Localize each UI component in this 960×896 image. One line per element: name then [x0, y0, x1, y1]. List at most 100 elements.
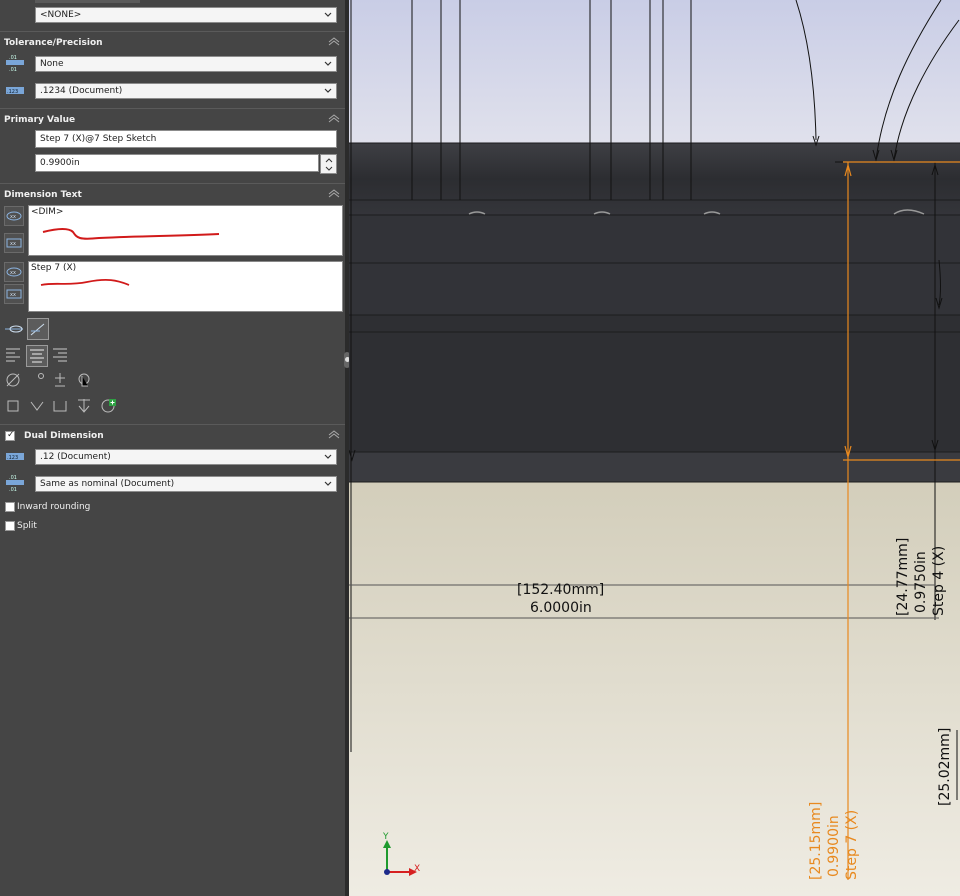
dim-far-right-text-group[interactable]: [25.02mm]: [937, 726, 957, 806]
svg-text:.123: .123: [7, 455, 18, 461]
plus-minus-symbol-button[interactable]: [50, 370, 72, 392]
red-annotation-scribble: [40, 278, 130, 286]
primary-value-input[interactable]: 0.9900in: [35, 154, 319, 172]
collapse-icon[interactable]: [328, 113, 340, 123]
spin-up-icon[interactable]: [325, 157, 333, 163]
align-right-icon: [53, 348, 67, 362]
chevron-down-icon: [324, 454, 332, 459]
unit-precision-value: .1234 (Document): [40, 86, 123, 96]
dim-far-right-mm: [25.02mm]: [937, 727, 953, 806]
dimension-text-lower-value: Step 7 (X): [31, 263, 77, 273]
dual-precision-value: .12 (Document): [40, 452, 111, 462]
section-title: Dimension Text: [4, 190, 82, 200]
align-left-button[interactable]: [3, 345, 25, 367]
depth-icon: [78, 399, 90, 413]
graphics-viewport[interactable]: [152.40mm] 6.0000in [24.77mm] 0.9750in S…: [349, 0, 960, 896]
model-view[interactable]: [349, 0, 960, 896]
dim-step4-text-group[interactable]: [24.77mm] 0.9750in Step 4 (X): [895, 536, 955, 616]
link-dimension-button[interactable]: [3, 318, 25, 340]
dimension-text-upper[interactable]: <DIM>: [28, 205, 343, 256]
svg-text:xx: xx: [10, 214, 16, 220]
svg-text:.01: .01: [9, 67, 17, 72]
depth-symbol-button[interactable]: [74, 396, 96, 418]
collapse-icon[interactable]: [328, 429, 340, 439]
countersink-symbol-button[interactable]: [27, 396, 49, 418]
symbol-library-icon: [101, 399, 116, 413]
degree-symbol-button[interactable]: [27, 370, 49, 392]
section-primary-value[interactable]: Primary Value: [0, 108, 345, 131]
top-combo-value: <NONE>: [40, 10, 82, 20]
chevron-down-icon: [324, 88, 332, 93]
part-body-lip: [349, 452, 960, 482]
split-label: Split: [17, 521, 37, 531]
dim-text-lower-below-button[interactable]: xx: [4, 284, 24, 304]
degree-icon: [38, 373, 44, 379]
svg-text:xx: xx: [10, 270, 16, 276]
background-bottom: [349, 482, 960, 896]
dim-selected-in: 0.9900in: [826, 815, 842, 877]
section-dual-dimension[interactable]: ✓ Dual Dimension: [0, 424, 345, 447]
chevron-down-icon: [324, 481, 332, 486]
dim-horizontal-mm[interactable]: [152.40mm]: [517, 582, 604, 598]
svg-text:xx: xx: [10, 292, 16, 298]
square-icon: [7, 400, 19, 412]
dual-tolerance-value: Same as nominal (Document): [40, 479, 175, 489]
align-center-icon: [30, 349, 44, 363]
leader-style-button[interactable]: [27, 318, 49, 340]
dual-precision-combo[interactable]: .12 (Document): [35, 449, 337, 465]
chain-xx-icon: [5, 325, 23, 333]
more-symbols-button[interactable]: [98, 396, 120, 418]
unit-precision-icon: .123: [6, 87, 24, 95]
collapse-icon[interactable]: [328, 188, 340, 198]
part-body-middle: [349, 215, 960, 315]
dual-tolerance-combo[interactable]: Same as nominal (Document): [35, 476, 337, 492]
centerline-symbol-button[interactable]: [74, 370, 96, 392]
align-center-button[interactable]: [26, 345, 48, 367]
collapse-icon[interactable]: [328, 36, 340, 46]
tolerance-type-combo[interactable]: None: [35, 56, 337, 72]
section-title: Primary Value: [4, 115, 76, 125]
dim-selected-text-group[interactable]: [25.15mm] 0.9900in Step 7 (X): [808, 795, 868, 880]
dual-dimension-checkbox[interactable]: ✓: [5, 430, 15, 441]
xx-oval-icon: xx: [6, 267, 22, 277]
dimension-reference-field[interactable]: Step 7 (X)@7 Step Sketch: [35, 130, 337, 148]
top-tab-stub: [35, 0, 140, 3]
dim-step4-mm: [24.77mm]: [895, 537, 911, 616]
svg-text:.01: .01: [9, 475, 17, 481]
centerline-icon: [78, 373, 90, 387]
section-dimension-text[interactable]: Dimension Text: [0, 183, 345, 206]
diameter-icon: [6, 373, 20, 387]
dim-selected-name: Step 7 (X): [844, 809, 860, 880]
align-left-icon: [6, 348, 20, 362]
dim-text-below-button[interactable]: xx: [4, 233, 24, 253]
red-annotation-scribble: [42, 228, 220, 240]
split-checkbox[interactable]: [5, 521, 15, 531]
square-symbol-button[interactable]: [3, 396, 25, 418]
section-title: Tolerance/Precision: [4, 38, 103, 48]
chevron-down-icon: [324, 12, 332, 17]
dim-text-lower-above-button[interactable]: xx: [4, 262, 24, 282]
counterbore-symbol-button[interactable]: [50, 396, 72, 418]
unit-precision-combo[interactable]: .1234 (Document): [35, 83, 337, 99]
align-right-button[interactable]: [50, 345, 72, 367]
part-body-lower: [349, 315, 960, 455]
chevron-down-icon: [324, 61, 332, 66]
top-combo[interactable]: <NONE>: [35, 7, 337, 23]
svg-text:.01: .01: [9, 55, 17, 61]
inward-rounding-checkbox[interactable]: [5, 502, 15, 512]
xx-box-icon: xx: [6, 238, 22, 248]
section-tolerance-precision[interactable]: Tolerance/Precision: [0, 31, 345, 54]
dim-horizontal-in[interactable]: 6.0000in: [530, 600, 592, 616]
dual-precision-icon: .123: [6, 453, 24, 461]
spin-down-icon[interactable]: [325, 166, 333, 172]
triad-x-label: X: [414, 864, 421, 874]
primary-value-spinner[interactable]: [320, 154, 337, 174]
dimension-text-lower[interactable]: Step 7 (X): [28, 261, 343, 312]
dim-text-above-button[interactable]: xx: [4, 206, 24, 226]
xx-box-icon: xx: [6, 289, 22, 299]
diameter-symbol-button[interactable]: [3, 370, 25, 392]
plus-minus-icon: [55, 373, 65, 387]
dimension-text-upper-value: <DIM>: [31, 207, 64, 217]
countersink-icon: [30, 401, 44, 411]
dimension-reference-value: Step 7 (X)@7 Step Sketch: [40, 134, 157, 144]
